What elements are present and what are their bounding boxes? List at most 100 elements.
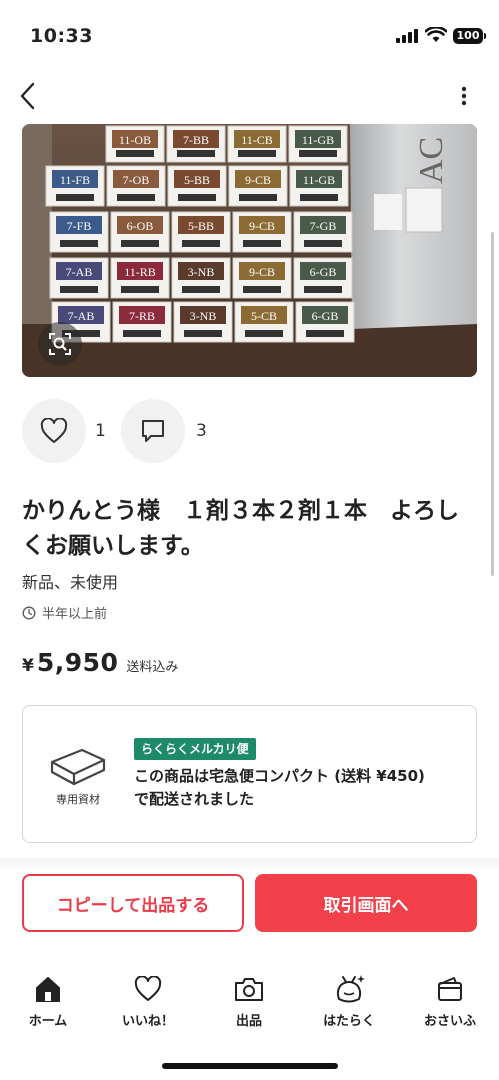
dye-box-label: 11-GB — [302, 133, 334, 147]
price: ¥ 5,950 送料込み — [22, 648, 178, 677]
dye-box-label: 7-AB — [66, 265, 93, 279]
dye-box: 9-CB — [232, 257, 292, 299]
wifi-icon — [425, 27, 447, 42]
dye-box: 11-OB — [105, 125, 165, 163]
tab-sell[interactable]: 出品 — [209, 972, 289, 1029]
back-button[interactable] — [14, 80, 40, 112]
camera-icon — [235, 978, 263, 1001]
heart-icon — [40, 418, 68, 443]
dye-box: 7-BB — [166, 125, 226, 163]
status-bar: 10:33 100 — [0, 0, 499, 66]
comment-button[interactable] — [121, 399, 185, 463]
dye-box-label: 7-GB — [310, 219, 337, 233]
dye-box-label: 3-NB — [190, 309, 217, 323]
dye-box-label: 7-RB — [129, 309, 155, 323]
dye-box-label: 3-NB — [188, 265, 215, 279]
comment-count: 3 — [196, 421, 207, 441]
copy-listing-button[interactable]: コピーして出品する — [22, 874, 244, 932]
like-button[interactable] — [22, 399, 86, 463]
dye-box-label: 6-GB — [312, 309, 339, 323]
wallet-icon — [438, 977, 462, 1001]
dye-box: 11-CB — [227, 125, 287, 163]
posted-time: 半年以上前 — [22, 603, 107, 622]
dye-box-label: 7-AB — [68, 309, 95, 323]
dye-box-label: 11-CB — [241, 133, 273, 147]
product-photo-drawing: AC 11-OB 7-BB 11-CB 11-GB 11-FB 7-OB 5-BB 9-CB 1… — [22, 124, 477, 377]
tab-sell-label: 出品 — [235, 1014, 262, 1029]
dye-box: 3-NB — [171, 257, 231, 299]
dye-box: 7-GB — [293, 211, 353, 253]
battery-tip — [484, 33, 486, 39]
tab-wallet-label: おさいふ — [423, 1014, 476, 1029]
price-value: 5,950 — [36, 648, 119, 677]
tab-likes[interactable]: いいね！ — [108, 972, 188, 1029]
dye-box: 5-BB — [167, 165, 227, 207]
back-chevron-icon — [20, 82, 35, 110]
shipping-included: 送料込み — [126, 660, 179, 675]
box-icon-label: 専用資材 — [56, 793, 100, 806]
tab-home-label: ホーム — [28, 1014, 68, 1029]
item-title: かりんとう様 １剤３本２剤１本 よろしくお願いします。 — [22, 498, 459, 559]
dye-box-label: 5-BB — [184, 173, 210, 187]
dye-box: 11-GB — [289, 165, 349, 207]
dye-box: 6-OB — [110, 211, 170, 253]
dye-box: 7-RB — [112, 301, 172, 343]
dye-box-label: 9-CB — [249, 219, 275, 233]
dye-box-label: 9-CB — [245, 173, 271, 187]
dye-box-label: 9-CB — [249, 265, 275, 279]
tab-work[interactable]: はたらく — [309, 972, 389, 1029]
heart-icon — [134, 976, 162, 1001]
work-bag-icon — [336, 975, 365, 1003]
shipping-description: この商品は宅急便コンパクト (送料 ¥450) で配送されました — [134, 767, 425, 808]
dye-box: 7-FB — [49, 211, 109, 253]
clock-icon — [22, 606, 36, 619]
dye-box: 7-AB — [49, 257, 109, 299]
dye-box: 5-CB — [234, 301, 294, 343]
dye-box-label: 6-OB — [127, 219, 154, 233]
zoom-button[interactable] — [38, 322, 82, 366]
dye-box: 6-GB — [293, 257, 353, 299]
dye-box: 11-FB — [45, 165, 105, 207]
dye-box: 11-GB — [288, 125, 348, 163]
tab-work-label: はたらく — [323, 1014, 375, 1029]
more-options-button[interactable] — [452, 82, 476, 110]
dye-box-label: 5-BB — [188, 219, 214, 233]
footer-divider — [0, 858, 499, 872]
more-vertical-icon — [461, 86, 467, 106]
signal-icon — [396, 29, 418, 43]
dye-box-label: 6-GB — [310, 265, 337, 279]
home-icon — [36, 977, 60, 1002]
price-symbol: ¥ — [22, 656, 34, 676]
image-search-icon — [49, 333, 71, 355]
box-icon — [50, 748, 106, 786]
tab-likes-label: いいね！ — [121, 1014, 174, 1029]
trade-screen-button[interactable]: 取引画面へ — [255, 874, 477, 932]
dye-box: 7-OB — [106, 165, 166, 207]
battery-icon: 100 — [453, 28, 483, 44]
dye-box-label: 5-CB — [251, 309, 277, 323]
comment-icon — [142, 420, 164, 442]
tab-wallet[interactable]: おさいふ — [410, 972, 490, 1029]
dye-box: 9-CB — [228, 165, 288, 207]
tab-home[interactable]: ホーム — [8, 972, 88, 1029]
product-image[interactable]: AC 11-OB 7-BB 11-CB 11-GB 11-FB 7-OB 5-BB 9-CB 1… — [22, 124, 477, 377]
dye-box-label: 11-GB — [303, 173, 335, 187]
dye-box-label: 7-FB — [67, 219, 92, 233]
dye-box: 5-BB — [171, 211, 231, 253]
posted-time-text: 半年以上前 — [42, 607, 108, 622]
status-time: 10:33 — [30, 25, 93, 47]
dye-box: 3-NB — [173, 301, 233, 343]
dye-box-label: 7-OB — [123, 173, 150, 187]
shipping-method-tag: らくらくメルカリ便 — [134, 738, 256, 760]
dye-box: 11-RB — [110, 257, 170, 299]
item-condition: 新品、未使用 — [22, 573, 119, 592]
like-count: 1 — [95, 421, 106, 441]
dye-box-label: 11-FB — [60, 173, 90, 187]
dye-box-label: 11-RB — [124, 265, 156, 279]
dye-box-label: 7-BB — [183, 133, 209, 147]
bag-text: AC — [413, 137, 450, 184]
dye-box-label: 11-OB — [119, 133, 151, 147]
dye-box: 9-CB — [232, 211, 292, 253]
scrollbar[interactable] — [491, 232, 494, 576]
home-indicator — [162, 1063, 338, 1069]
